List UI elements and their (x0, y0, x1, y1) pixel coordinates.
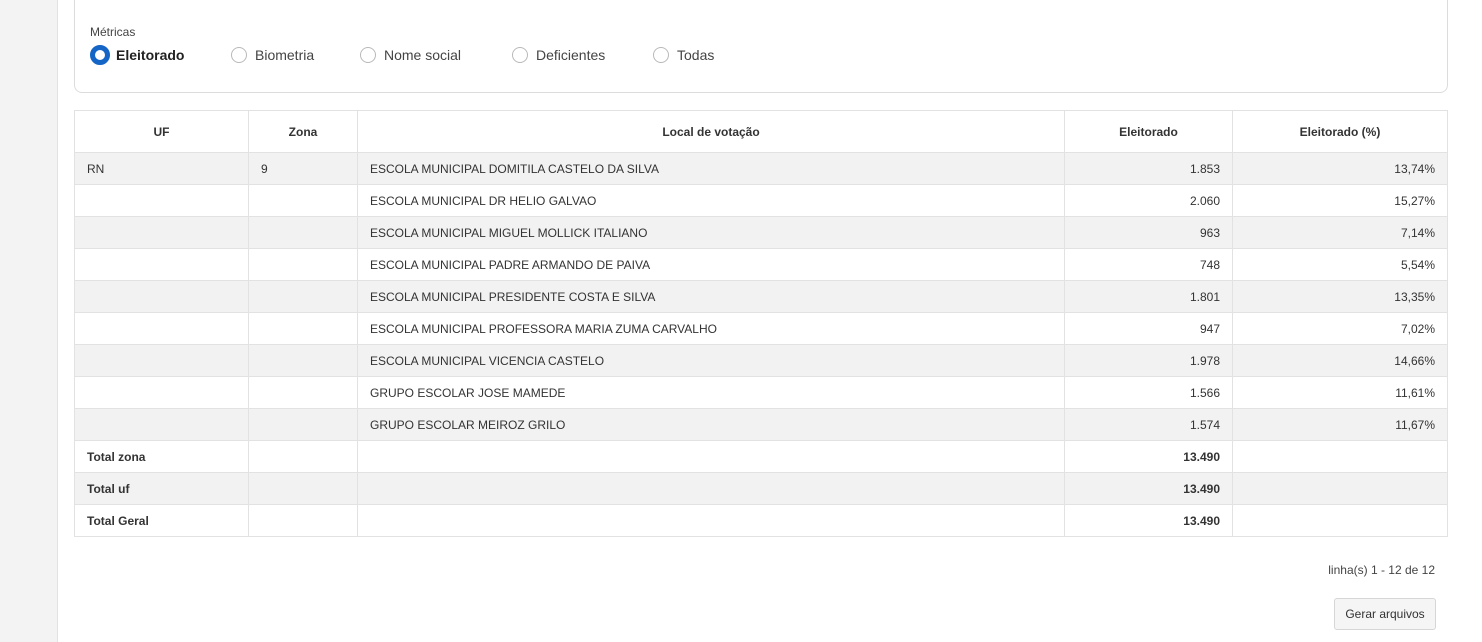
total-uf-row: Total uf 13.490 (74, 472, 1448, 505)
cell-local: ESCOLA MUNICIPAL DR HELIO GALVAO (357, 184, 1065, 217)
radio-label: Deficientes (536, 47, 606, 63)
radio-circle-icon[interactable] (360, 47, 376, 63)
cell-local (357, 472, 1065, 505)
cell-eleitorado-pct: 7,14% (1232, 216, 1448, 249)
cell-eleitorado: 1.574 (1064, 408, 1233, 441)
cell-zona (248, 216, 358, 249)
table-row: RN 9 ESCOLA MUNICIPAL DOMITILA CASTELO D… (74, 152, 1448, 185)
radio-deficientes[interactable]: Deficientes (512, 44, 605, 66)
cell-zona: 9 (248, 152, 358, 185)
cell-zona (248, 344, 358, 377)
cell-eleitorado-pct: 13,74% (1232, 152, 1448, 185)
cell-local: ESCOLA MUNICIPAL PADRE ARMANDO DE PAIVA (357, 248, 1065, 281)
column-header-zona[interactable]: Zona (248, 110, 358, 153)
radio-circle-icon[interactable] (90, 45, 110, 65)
cell-local (357, 440, 1065, 473)
table-row: ESCOLA MUNICIPAL DR HELIO GALVAO 2.060 1… (74, 184, 1448, 217)
column-header-uf[interactable]: UF (74, 110, 249, 153)
total-eleitorado: 13.490 (1064, 440, 1233, 473)
results-table: UF Zona Local de votação Eleitorado Elei… (74, 110, 1448, 537)
cell-zona (248, 184, 358, 217)
cell-eleitorado-pct: 11,61% (1232, 376, 1448, 409)
cell-local: ESCOLA MUNICIPAL PROFESSORA MARIA ZUMA C… (357, 312, 1065, 345)
total-label: Total Geral (74, 504, 249, 537)
cell-zona (248, 312, 358, 345)
cell-eleitorado: 1.978 (1064, 344, 1233, 377)
cell-zona (248, 472, 358, 505)
column-header-eleitorado-pct[interactable]: Eleitorado (%) (1232, 110, 1448, 153)
cell-zona (248, 280, 358, 313)
cell-uf (74, 184, 249, 217)
radio-circle-icon[interactable] (512, 47, 528, 63)
cell-zona (248, 248, 358, 281)
metrics-label: Métricas (90, 25, 136, 39)
radio-circle-icon[interactable] (231, 47, 247, 63)
radio-label: Todas (677, 47, 715, 63)
cell-uf (74, 376, 249, 409)
table-row: ESCOLA MUNICIPAL PROFESSORA MARIA ZUMA C… (74, 312, 1448, 345)
cell-zona (248, 440, 358, 473)
cell-eleitorado-pct (1232, 504, 1448, 537)
cell-local: ESCOLA MUNICIPAL DOMITILA CASTELO DA SIL… (357, 152, 1065, 185)
radio-eleitorado[interactable]: Eleitorado (90, 44, 184, 66)
total-label: Total zona (74, 440, 249, 473)
total-zona-row: Total zona 13.490 (74, 440, 1448, 473)
cell-uf: RN (74, 152, 249, 185)
cell-local (357, 504, 1065, 537)
cell-eleitorado: 1.801 (1064, 280, 1233, 313)
table-header-row: UF Zona Local de votação Eleitorado Elei… (74, 110, 1448, 153)
cell-uf (74, 408, 249, 441)
column-header-local[interactable]: Local de votação (357, 110, 1065, 153)
cell-eleitorado: 2.060 (1064, 184, 1233, 217)
cell-eleitorado: 1.566 (1064, 376, 1233, 409)
cell-eleitorado-pct (1232, 440, 1448, 473)
cell-local: GRUPO ESCOLAR JOSE MAMEDE (357, 376, 1065, 409)
cell-zona (248, 376, 358, 409)
cell-eleitorado-pct: 5,54% (1232, 248, 1448, 281)
cell-local: GRUPO ESCOLAR MEIROZ GRILO (357, 408, 1065, 441)
cell-eleitorado-pct (1232, 472, 1448, 505)
cell-eleitorado-pct: 15,27% (1232, 184, 1448, 217)
radio-label: Eleitorado (116, 47, 185, 63)
table-row: ESCOLA MUNICIPAL PADRE ARMANDO DE PAIVA … (74, 248, 1448, 281)
cell-eleitorado: 947 (1064, 312, 1233, 345)
radio-label: Nome social (384, 47, 462, 63)
total-eleitorado: 13.490 (1064, 504, 1233, 537)
radio-circle-icon[interactable] (653, 47, 669, 63)
table-row: GRUPO ESCOLAR JOSE MAMEDE 1.566 11,61% (74, 376, 1448, 409)
cell-local: ESCOLA MUNICIPAL MIGUEL MOLLICK ITALIANO (357, 216, 1065, 249)
cell-eleitorado-pct: 13,35% (1232, 280, 1448, 313)
cell-zona (248, 504, 358, 537)
cell-eleitorado-pct: 11,67% (1232, 408, 1448, 441)
radio-biometria[interactable]: Biometria (231, 44, 314, 66)
cell-eleitorado: 963 (1064, 216, 1233, 249)
cell-eleitorado: 1.853 (1064, 152, 1233, 185)
cell-local: ESCOLA MUNICIPAL PRESIDENTE COSTA E SILV… (357, 280, 1065, 313)
cell-local: ESCOLA MUNICIPAL VICENCIA CASTELO (357, 344, 1065, 377)
total-eleitorado: 13.490 (1064, 472, 1233, 505)
column-header-eleitorado[interactable]: Eleitorado (1064, 110, 1233, 153)
cell-zona (248, 408, 358, 441)
cell-uf (74, 344, 249, 377)
radio-label: Biometria (255, 47, 315, 63)
radio-todas[interactable]: Todas (653, 44, 714, 66)
cell-uf (74, 216, 249, 249)
pagination-info: linha(s) 1 - 12 de 12 (1328, 563, 1435, 577)
radio-nome-social[interactable]: Nome social (360, 44, 461, 66)
table-row: ESCOLA MUNICIPAL VICENCIA CASTELO 1.978 … (74, 344, 1448, 377)
cell-uf (74, 248, 249, 281)
generate-files-button[interactable]: Gerar arquivos (1334, 598, 1436, 630)
table-row: ESCOLA MUNICIPAL MIGUEL MOLLICK ITALIANO… (74, 216, 1448, 249)
cell-eleitorado-pct: 7,02% (1232, 312, 1448, 345)
total-geral-row: Total Geral 13.490 (74, 504, 1448, 537)
report-page: Métricas Eleitorado Biometria Nome socia… (57, 0, 1482, 642)
table-row: ESCOLA MUNICIPAL PRESIDENTE COSTA E SILV… (74, 280, 1448, 313)
cell-uf (74, 280, 249, 313)
total-label: Total uf (74, 472, 249, 505)
cell-eleitorado-pct: 14,66% (1232, 344, 1448, 377)
cell-uf (74, 312, 249, 345)
cell-eleitorado: 748 (1064, 248, 1233, 281)
results-table-wrapper: UF Zona Local de votação Eleitorado Elei… (74, 110, 1448, 537)
table-row: GRUPO ESCOLAR MEIROZ GRILO 1.574 11,67% (74, 408, 1448, 441)
